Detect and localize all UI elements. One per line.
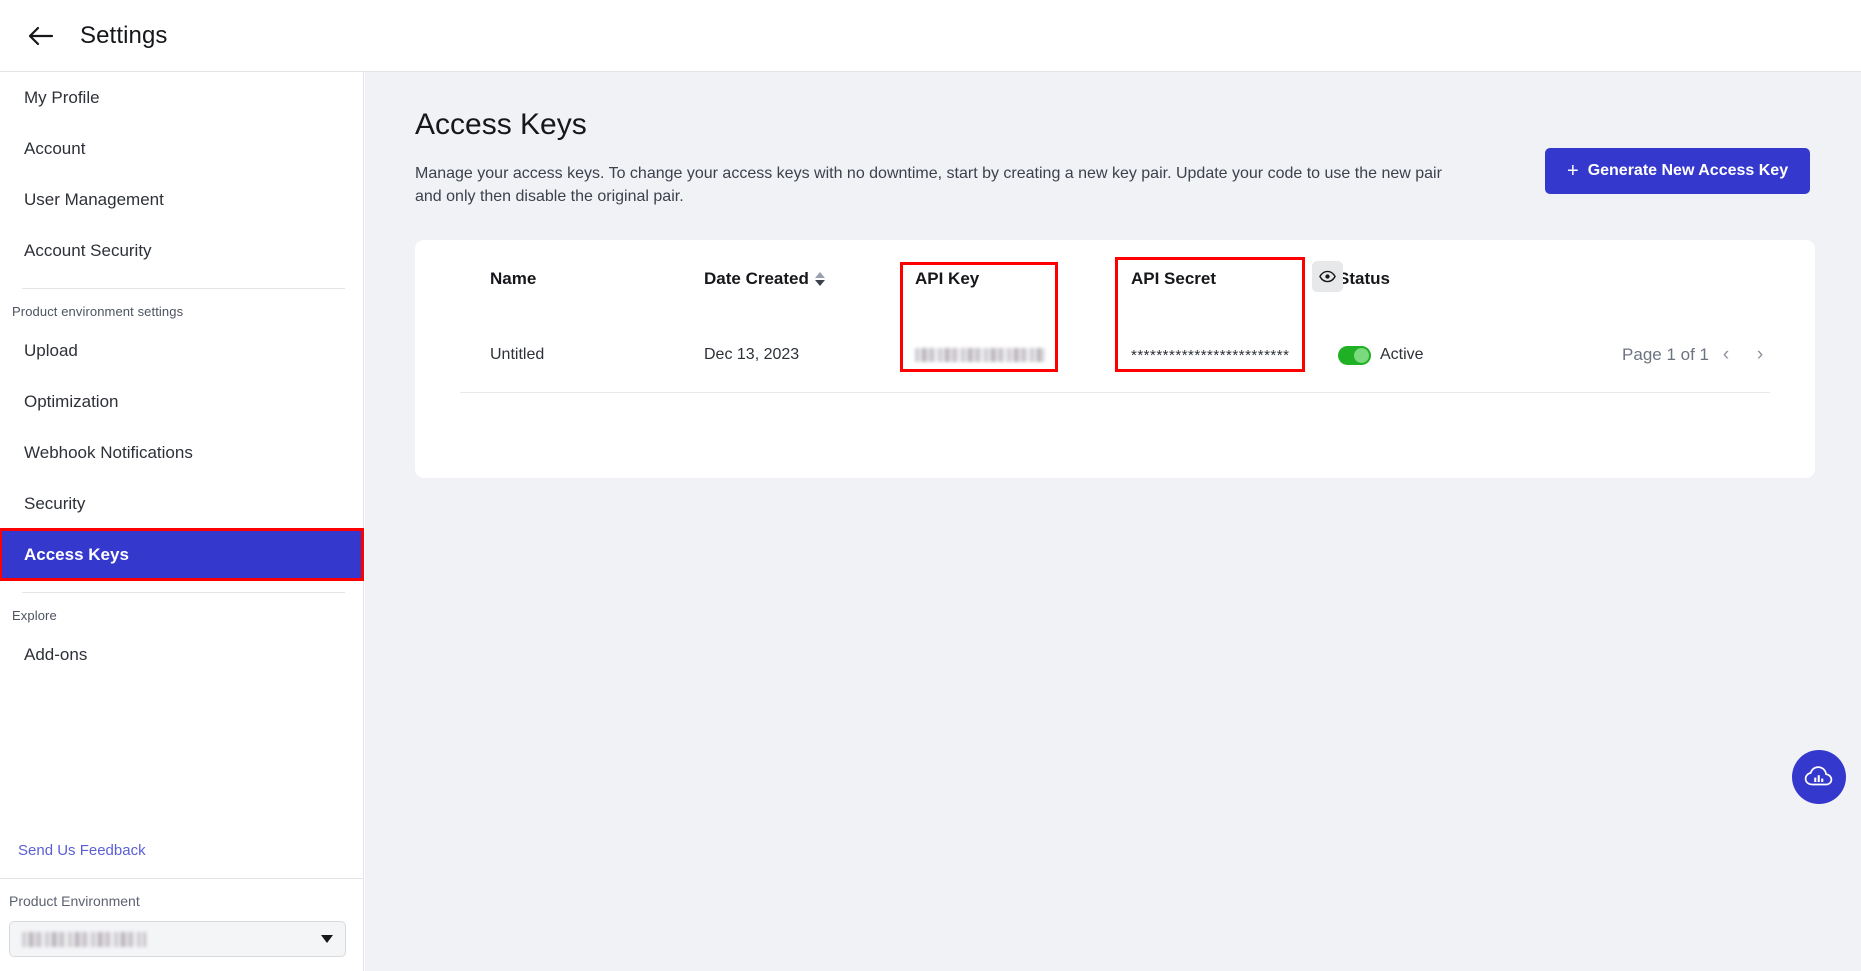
back-arrow-icon[interactable] xyxy=(24,19,58,53)
cell-api-key xyxy=(915,318,1065,392)
product-environment-value xyxy=(22,932,146,947)
cell-name: Untitled xyxy=(490,318,690,392)
access-keys-card: Name Date Created API Key API Secret Sta… xyxy=(415,240,1815,478)
sort-ascending-icon xyxy=(815,272,825,278)
sidebar-item-label: Webhook Notifications xyxy=(24,443,193,463)
product-environment-label: Product Environment xyxy=(9,893,140,909)
top-bar: Settings xyxy=(0,0,1861,72)
product-environment-select[interactable] xyxy=(9,921,346,957)
plus-icon: + xyxy=(1567,161,1579,181)
sidebar-item-label: Account Security xyxy=(24,241,152,261)
table-header-row: Name Date Created API Key API Secret Sta… xyxy=(415,240,1815,318)
sidebar-item-label: Optimization xyxy=(24,392,118,412)
sidebar-divider xyxy=(22,288,345,289)
eye-icon[interactable] xyxy=(1312,261,1343,292)
page-title-settings: Settings xyxy=(80,22,168,50)
pagination-label: Page 1 of 1 xyxy=(1622,345,1709,365)
column-header-name[interactable]: Name xyxy=(490,240,690,318)
chevron-right-icon[interactable]: › xyxy=(1743,338,1777,372)
column-header-date-created[interactable]: Date Created xyxy=(704,240,899,318)
sidebar-item-label: Security xyxy=(24,494,85,514)
sidebar-item-upload[interactable]: Upload xyxy=(0,325,363,376)
sidebar-item-label: Access Keys xyxy=(24,545,129,565)
sidebar-bottom-divider xyxy=(0,878,363,879)
status-toggle[interactable] xyxy=(1338,346,1371,365)
main-content: Access Keys Manage your access keys. To … xyxy=(365,72,1861,971)
sidebar-item-my-profile[interactable]: My Profile xyxy=(0,72,363,123)
cloud-chart-icon[interactable] xyxy=(1792,750,1846,804)
sort-descending-icon xyxy=(815,280,825,286)
sidebar-item-account-security[interactable]: Account Security xyxy=(0,225,363,276)
table-row[interactable]: Untitled Dec 13, 2023 ******************… xyxy=(415,318,1815,392)
generate-button-label: Generate New Access Key xyxy=(1588,162,1788,180)
sidebar-section-explore: Explore xyxy=(0,608,363,623)
sidebar-item-access-keys[interactable]: Access Keys xyxy=(0,529,363,580)
sidebar-item-webhook-notifications[interactable]: Webhook Notifications xyxy=(0,427,363,478)
chevron-down-icon xyxy=(321,935,333,943)
cell-status: Active xyxy=(1338,318,1538,392)
sidebar-item-label: Upload xyxy=(24,341,78,361)
sidebar-item-security[interactable]: Security xyxy=(0,478,363,529)
cell-date-created: Dec 13, 2023 xyxy=(704,318,899,392)
api-key-value-masked xyxy=(915,348,1045,362)
pagination: Page 1 of 1 ‹ › xyxy=(1622,338,1777,372)
row-divider xyxy=(460,392,1770,393)
column-header-status[interactable]: Status xyxy=(1338,240,1538,318)
sidebar-item-user-management[interactable]: User Management xyxy=(0,174,363,225)
sidebar-item-optimization[interactable]: Optimization xyxy=(0,376,363,427)
sidebar-divider-2 xyxy=(22,592,345,593)
access-keys-table: Name Date Created API Key API Secret Sta… xyxy=(415,240,1815,392)
toggle-knob xyxy=(1354,348,1369,363)
sidebar-item-label: Account xyxy=(24,139,85,159)
sidebar-item-label: My Profile xyxy=(24,88,100,108)
main-page-title: Access Keys xyxy=(415,108,587,142)
sidebar-item-label: Add-ons xyxy=(24,645,87,665)
cell-api-secret: ************************* xyxy=(1131,318,1316,392)
column-header-label: Date Created xyxy=(704,269,809,289)
column-header-api-secret[interactable]: API Secret xyxy=(1131,240,1316,318)
sidebar: My Profile Account User Management Accou… xyxy=(0,72,364,971)
status-label: Active xyxy=(1380,346,1424,364)
sidebar-item-account[interactable]: Account xyxy=(0,123,363,174)
sidebar-item-label: User Management xyxy=(24,190,164,210)
sidebar-section-product-environment-settings: Product environment settings xyxy=(0,304,363,319)
sort-icon[interactable] xyxy=(815,272,825,286)
generate-new-access-key-button[interactable]: + Generate New Access Key xyxy=(1545,148,1810,194)
sidebar-item-add-ons[interactable]: Add-ons xyxy=(0,629,363,680)
column-header-api-key[interactable]: API Key xyxy=(915,240,1065,318)
main-page-description: Manage your access keys. To change your … xyxy=(415,162,1455,208)
api-secret-value-masked: ************************* xyxy=(1131,347,1289,364)
send-us-feedback-link[interactable]: Send Us Feedback xyxy=(18,842,146,859)
chevron-left-icon[interactable]: ‹ xyxy=(1709,338,1743,372)
